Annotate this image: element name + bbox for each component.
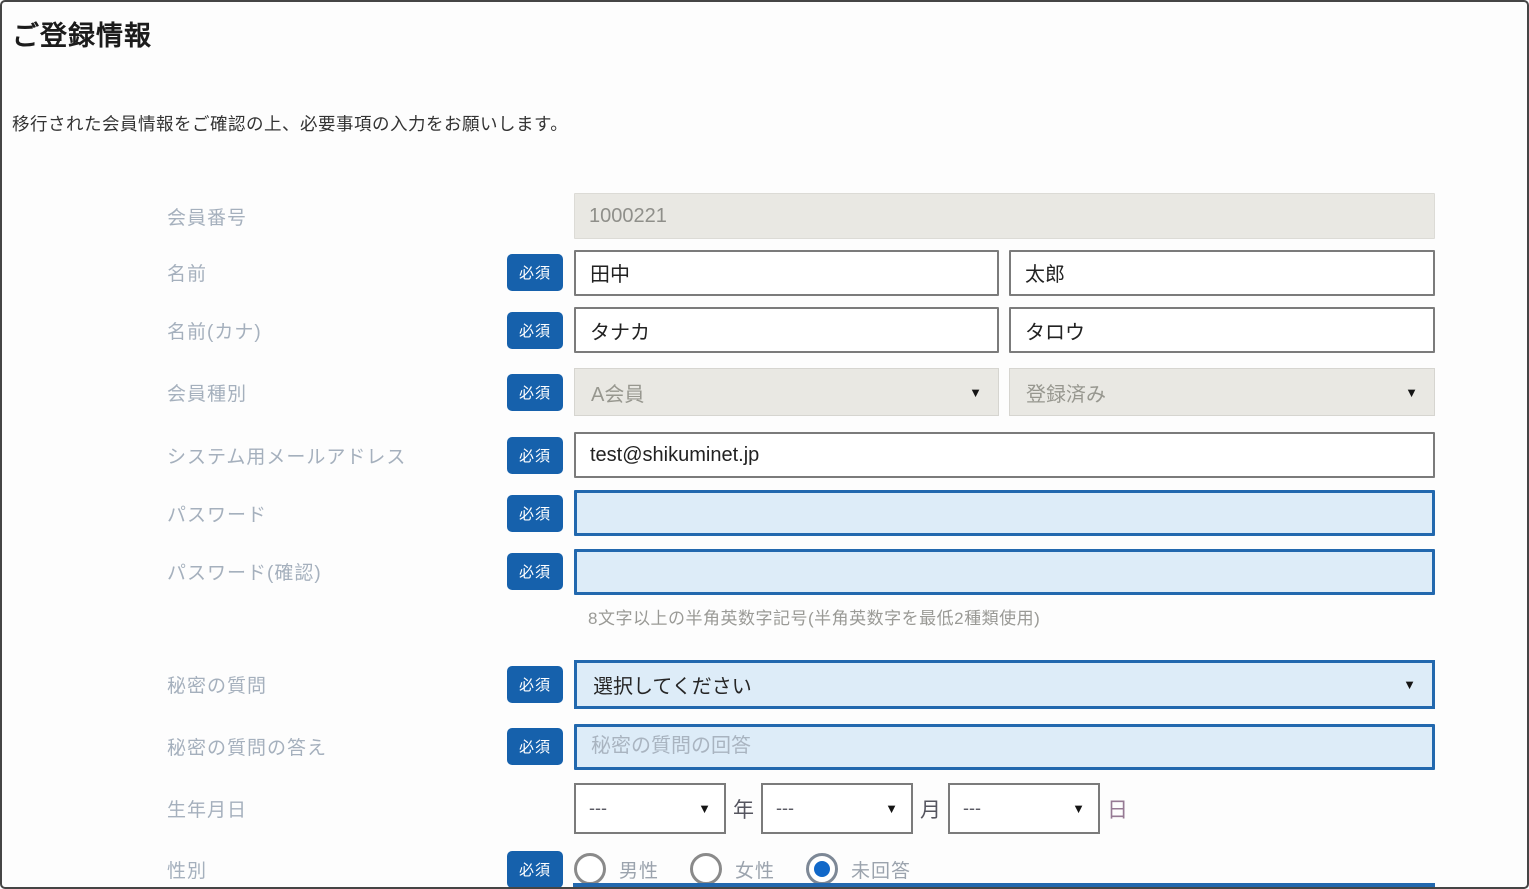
member-type-select[interactable]: A会員 ▼: [574, 368, 999, 416]
birth-day-select[interactable]: --- ▼: [948, 783, 1100, 834]
required-badge: 必須: [507, 312, 563, 349]
day-unit-label: 日: [1107, 794, 1128, 824]
password-confirm-input[interactable]: [574, 549, 1435, 595]
secret-answer-label: 秘密の質問の答え: [2, 733, 507, 760]
birth-year-value: ---: [589, 798, 607, 819]
member-number-label: 会員番号: [2, 203, 507, 230]
birth-day-value: ---: [963, 798, 981, 819]
radio-selected-icon: [806, 853, 838, 885]
row-name: 名前 必須: [2, 249, 1527, 296]
gender-option-male[interactable]: 男性: [574, 853, 659, 885]
gender-option-female[interactable]: 女性: [690, 853, 775, 885]
birth-month-value: ---: [776, 798, 794, 819]
row-member-type: 会員種別 必須 A会員 ▼ 登録済み ▼: [2, 368, 1527, 416]
email-input[interactable]: [574, 432, 1435, 478]
radio-unselected-icon: [574, 853, 606, 885]
row-password-confirm: パスワード(確認) 必須: [2, 548, 1527, 595]
birth-month-select[interactable]: --- ▼: [761, 783, 913, 834]
required-badge: 必須: [507, 495, 563, 532]
member-status-value: 登録済み: [1026, 378, 1106, 407]
name-kana-label: 名前(カナ): [2, 317, 507, 344]
chevron-down-icon: ▼: [885, 801, 898, 816]
member-number-field: [574, 193, 1435, 239]
gender-label: 性別: [2, 856, 507, 883]
required-badge: 必須: [507, 374, 563, 411]
row-email: システム用メールアドレス 必須: [2, 432, 1527, 478]
page-title: ご登録情報: [12, 14, 1527, 53]
member-type-label: 会員種別: [2, 379, 507, 406]
secret-question-label: 秘密の質問: [2, 671, 507, 698]
password-label: パスワード: [2, 500, 507, 527]
password-confirm-label: パスワード(確認): [2, 558, 507, 585]
chevron-down-icon: ▼: [969, 385, 982, 400]
password-input[interactable]: [574, 490, 1435, 536]
last-name-kana-input[interactable]: [574, 307, 999, 353]
chevron-down-icon: ▼: [1405, 385, 1418, 400]
next-field-partial-border: [573, 883, 1435, 887]
required-badge: 必須: [507, 553, 563, 590]
required-badge: 必須: [507, 437, 563, 474]
chevron-down-icon: ▼: [1403, 677, 1416, 692]
required-badge: 必須: [507, 728, 563, 765]
row-birthdate: 生年月日 --- ▼ 年 --- ▼ 月 --- ▼ 日: [2, 783, 1527, 834]
first-name-kana-input[interactable]: [1009, 307, 1435, 353]
secret-question-select[interactable]: 選択してください ▼: [574, 660, 1435, 709]
birthdate-label: 生年月日: [2, 795, 507, 822]
secret-answer-input[interactable]: [574, 724, 1435, 770]
member-type-value: A会員: [591, 378, 644, 407]
birth-year-select[interactable]: --- ▼: [574, 783, 726, 834]
required-badge: 必須: [507, 666, 563, 703]
registration-form: 会員番号 名前 必須 名前(カナ) 必須 会員種別: [2, 193, 1527, 888]
row-password-note: 8文字以上の半角英数字記号(半角英数字を最低2種類使用): [2, 604, 1527, 629]
row-member-number: 会員番号: [2, 193, 1527, 239]
page-subtitle: 移行された会員情報をご確認の上、必要事項の入力をお願いします。: [12, 111, 1527, 136]
first-name-input[interactable]: [1009, 250, 1435, 296]
name-label: 名前: [2, 259, 507, 286]
member-status-select[interactable]: 登録済み ▼: [1009, 368, 1435, 416]
row-secret-answer: 秘密の質問の答え 必須: [2, 723, 1527, 770]
row-name-kana: 名前(カナ) 必須: [2, 307, 1527, 353]
gender-option-no-answer[interactable]: 未回答: [806, 853, 911, 885]
year-unit-label: 年: [733, 794, 754, 824]
last-name-input[interactable]: [574, 250, 999, 296]
row-secret-question: 秘密の質問 必須 選択してください ▼: [2, 660, 1527, 709]
gender-radio-group: 男性 女性 未回答: [574, 853, 1435, 885]
month-unit-label: 月: [920, 794, 941, 824]
password-requirements-note: 8文字以上の半角英数字記号(半角英数字を最低2種類使用): [574, 604, 1040, 629]
radio-unselected-icon: [690, 853, 722, 885]
secret-question-value: 選択してください: [593, 670, 752, 699]
required-badge: 必須: [507, 851, 563, 888]
chevron-down-icon: ▼: [1072, 801, 1085, 816]
registration-form-page: ご登録情報 移行された会員情報をご確認の上、必要事項の入力をお願いします。 会員…: [0, 0, 1529, 889]
required-badge: 必須: [507, 254, 563, 291]
row-password: パスワード 必須: [2, 490, 1527, 536]
chevron-down-icon: ▼: [698, 801, 711, 816]
email-label: システム用メールアドレス: [2, 442, 507, 469]
